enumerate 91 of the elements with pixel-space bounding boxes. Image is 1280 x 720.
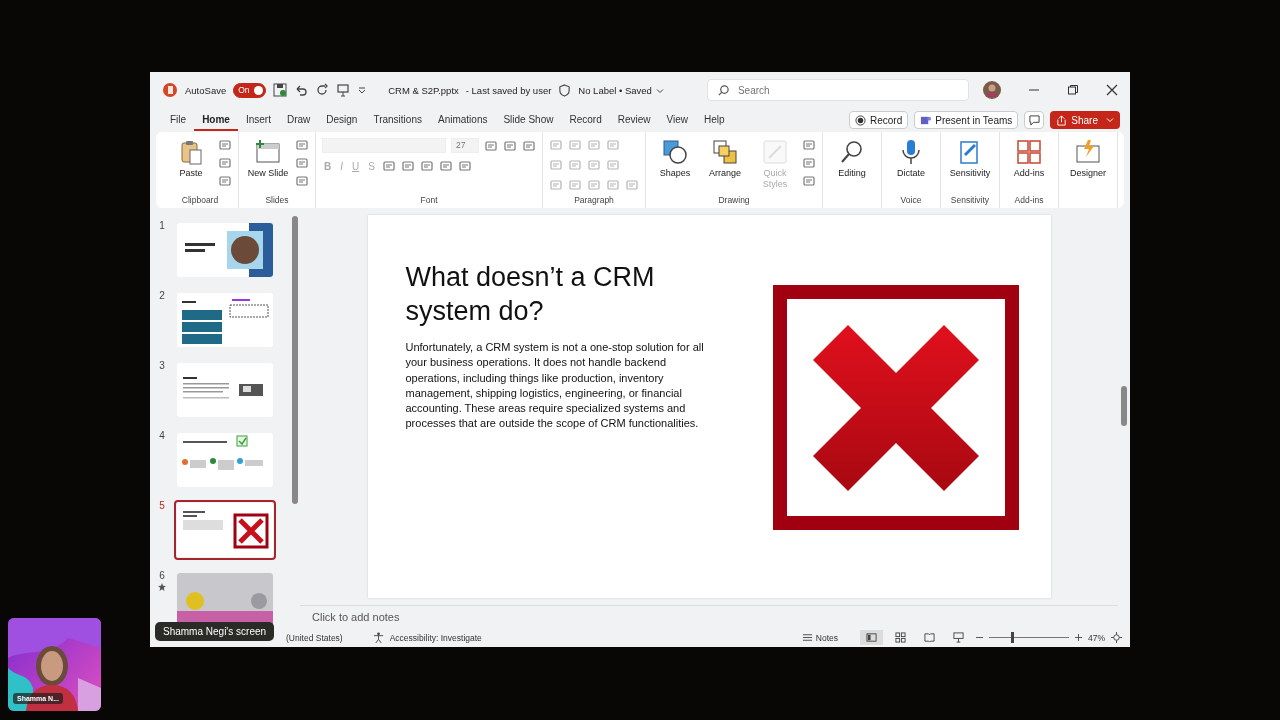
group-label: Font: [420, 195, 438, 205]
sorter-view-icon: [895, 632, 906, 643]
ribbon-command[interactable]: Paste: [168, 136, 214, 181]
quick-styles-icon: [761, 138, 789, 166]
sensitivity-label-dropdown[interactable]: No Label • Saved: [578, 84, 664, 96]
group-label: Slides: [265, 195, 289, 205]
search-field[interactable]: Search: [706, 79, 969, 101]
slide-number: 1: [159, 220, 165, 231]
ribbon-tab[interactable]: Home: [194, 109, 238, 131]
chevron-down-icon: [655, 87, 664, 95]
accessibility-icon[interactable]: [372, 632, 384, 643]
slide-number: 5: [159, 500, 165, 511]
ribbon-tab[interactable]: Review: [609, 109, 659, 131]
ribbon-tab[interactable]: Record: [561, 109, 610, 131]
notes-button[interactable]: Notes: [795, 631, 844, 644]
slide-thumbnail[interactable]: [177, 293, 273, 347]
ribbon-tab[interactable]: View: [658, 109, 696, 131]
accessibility-status[interactable]: Accessibility: Investigate: [389, 632, 482, 643]
slide-number: 3: [159, 360, 165, 371]
group-label: Voice: [900, 195, 922, 205]
ribbon-tab[interactable]: Draw: [278, 109, 319, 131]
share-button[interactable]: Share: [1050, 111, 1120, 129]
language-status[interactable]: (United States): [286, 632, 343, 643]
comment-icon: [1028, 114, 1040, 126]
avatar-icon[interactable]: [983, 81, 1001, 99]
close-icon[interactable]: [1106, 84, 1118, 96]
share-icon: [1056, 114, 1068, 126]
notes-icon: [801, 632, 813, 643]
teams-icon: [920, 114, 932, 126]
autosave-toggle[interactable]: On: [233, 82, 267, 98]
slide-thumbnail[interactable]: [177, 223, 273, 277]
zoom-out-icon[interactable]: [976, 634, 983, 641]
slide-number: 4: [159, 430, 165, 441]
fit-to-window-icon[interactable]: [1111, 632, 1122, 643]
notes-field[interactable]: Click to add notes: [300, 605, 1118, 628]
arrange-icon: [711, 138, 739, 166]
group-label: Sensitivity: [950, 195, 990, 205]
group-label: Paragraph: [574, 195, 614, 205]
ribbon-command[interactable]: New Slide: [245, 136, 291, 181]
normal-view-icon: [866, 632, 877, 643]
app-logo-icon: [162, 82, 178, 98]
normal-view-button[interactable]: [860, 630, 883, 645]
file-name: CRM & S2P.pptx: [388, 84, 459, 96]
ribbon-tab[interactable]: Slide Show: [495, 109, 562, 131]
save-status: - Last saved by user: [465, 84, 552, 96]
ribbon-tab[interactable]: Animations: [429, 109, 496, 131]
chevron-down-icon: [1106, 116, 1114, 124]
slide-number: 2: [159, 290, 165, 301]
comments-button[interactable]: [1024, 111, 1045, 129]
slide-thumbnail[interactable]: [177, 503, 273, 557]
shield-icon: [558, 83, 572, 97]
designer-icon: [1074, 138, 1102, 166]
ribbon-command[interactable]: Designer: [1065, 136, 1111, 181]
restore-icon[interactable]: [1067, 84, 1079, 96]
screen-share-label: Shamma Negi's screen: [155, 622, 275, 641]
ribbon-command[interactable]: Shapes: [652, 136, 698, 181]
ribbon-command[interactable]: Add-ins: [1006, 136, 1052, 181]
present-in-teams-button[interactable]: Present in Teams: [914, 111, 1019, 129]
slide-thumbnail[interactable]: [177, 363, 273, 417]
save-icon[interactable]: [273, 83, 288, 97]
group-label: Drawing: [718, 195, 750, 205]
ribbon-tab[interactable]: Design: [318, 109, 366, 131]
ribbon-tab[interactable]: File: [162, 109, 195, 131]
slide-body-text: Unfortunately, a CRM system is not a one-stop solution for all your business operations. It does not handle backend operations, including things like production, inventory management, shipping logistics, engineering, or financial accounting. These areas require specialized systems and processes that are outside the scope of CRM functionalities.: [405, 340, 705, 432]
ribbon-tab[interactable]: Transitions: [365, 109, 430, 131]
zoom-in-icon[interactable]: [1075, 634, 1082, 641]
autosave-label: AutoSave: [185, 84, 227, 96]
slide-thumbnail[interactable]: [177, 433, 273, 487]
ribbon-command[interactable]: Arrange: [702, 136, 748, 181]
group-label: Clipboard: [181, 195, 219, 205]
slide-title: What doesn’t a CRM system do?: [405, 261, 656, 328]
presentation-icon[interactable]: [336, 83, 351, 97]
shapes-icon: [661, 138, 689, 166]
slideshow-view-icon: [953, 632, 964, 643]
ribbon-tab[interactable]: Help: [696, 109, 733, 131]
new-slide-icon: [254, 138, 282, 166]
ribbon-command[interactable]: Dictate: [888, 136, 934, 181]
ribbon-command[interactable]: Editing: [829, 136, 875, 181]
ribbon-command[interactable]: Sensitivity: [947, 136, 993, 181]
customize-caret-icon[interactable]: [357, 85, 368, 95]
record-button[interactable]: Record: [849, 111, 909, 129]
slide-number: 6: [159, 570, 165, 581]
record-icon: [855, 114, 866, 126]
search-icon: [716, 84, 730, 97]
ribbon-tab[interactable]: Insert: [237, 109, 279, 131]
zoom-level[interactable]: 47%: [1088, 632, 1105, 643]
redo-icon[interactable]: [315, 83, 330, 97]
group-label: Add-ins: [1014, 195, 1044, 205]
undo-icon[interactable]: [294, 83, 309, 97]
reading-view-icon: [924, 632, 935, 643]
add-ins-icon: [1015, 138, 1043, 166]
